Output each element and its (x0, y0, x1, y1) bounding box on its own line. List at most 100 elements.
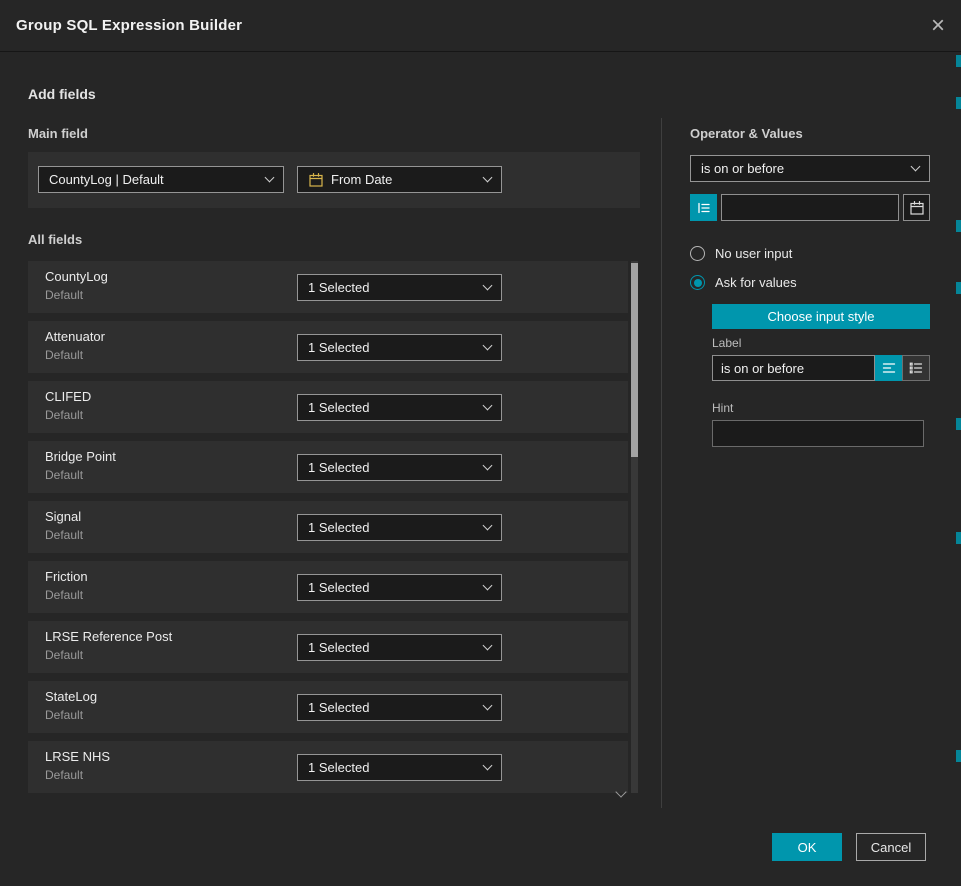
field-row: Bridge Point Default 1 Selected (28, 441, 628, 493)
field-name: Signal (45, 509, 83, 524)
field-row: StateLog Default 1 Selected (28, 681, 628, 733)
field-selection-dropdown[interactable]: 1 Selected (297, 694, 502, 721)
background-edge-mark (956, 55, 961, 67)
bulleted-list-icon (908, 360, 924, 376)
ok-button[interactable]: OK (772, 833, 842, 861)
field-row: LRSE Reference Post Default 1 Selected (28, 621, 628, 673)
list-scrollbar-thumb[interactable] (631, 263, 638, 457)
group-sql-expression-builder-dialog: { "dialog": { "title": "Group SQL Expres… (0, 0, 961, 886)
all-fields-list: CountyLog Default 1 Selected Attenuator … (28, 261, 628, 801)
field-name: LRSE NHS (45, 749, 110, 764)
chevron-down-icon (483, 173, 493, 183)
background-edge-mark (956, 97, 961, 109)
field-list-icon (696, 200, 712, 216)
field-row-text: CountyLog Default (45, 269, 108, 302)
field-selection-value: 1 Selected (308, 760, 369, 775)
field-selection-dropdown[interactable]: 1 Selected (297, 634, 502, 661)
field-subtitle: Default (45, 588, 88, 602)
field-row: LRSE NHS Default 1 Selected (28, 741, 628, 793)
field-selection-dropdown[interactable]: 1 Selected (297, 454, 502, 481)
field-selection-value: 1 Selected (308, 340, 369, 355)
field-row: Friction Default 1 Selected (28, 561, 628, 613)
main-date-field-value: From Date (331, 172, 392, 187)
field-row-text: CLIFED Default (45, 389, 91, 422)
field-row: CountyLog Default 1 Selected (28, 261, 628, 313)
date-picker-button[interactable] (903, 194, 930, 221)
calendar-icon (308, 172, 324, 188)
dialog-title: Group SQL Expression Builder (16, 17, 242, 34)
background-edge-mark (956, 418, 961, 430)
field-row: Signal Default 1 Selected (28, 501, 628, 553)
chevron-down-icon (483, 641, 493, 651)
close-icon[interactable]: × (931, 14, 945, 38)
field-selection-dropdown[interactable]: 1 Selected (297, 754, 502, 781)
radio-no-user-input[interactable]: No user input (690, 246, 792, 261)
field-selection-value: 1 Selected (308, 520, 369, 535)
value-input[interactable] (721, 194, 899, 221)
label-field-label: Label (712, 336, 741, 350)
background-edge-mark (956, 532, 961, 544)
cancel-button[interactable]: Cancel (856, 833, 926, 861)
field-name: StateLog (45, 689, 97, 704)
field-selection-dropdown[interactable]: 1 Selected (297, 394, 502, 421)
radio-no-user-input-label: No user input (715, 246, 792, 261)
title-bar: Group SQL Expression Builder × (0, 0, 961, 52)
chevron-down-icon (483, 761, 493, 771)
field-selection-dropdown[interactable]: 1 Selected (297, 274, 502, 301)
field-row-text: StateLog Default (45, 689, 97, 722)
field-row-text: LRSE NHS Default (45, 749, 110, 782)
background-edge-mark (956, 750, 961, 762)
radio-ask-for-values[interactable]: Ask for values (690, 275, 797, 290)
field-selection-value: 1 Selected (308, 580, 369, 595)
vertical-divider (661, 118, 662, 808)
field-name: Bridge Point (45, 449, 116, 464)
radio-selected-icon (690, 275, 705, 290)
field-selection-value: 1 Selected (308, 640, 369, 655)
chevron-down-icon (483, 461, 493, 471)
field-name: CountyLog (45, 269, 108, 284)
operator-dropdown[interactable]: is on or before (690, 155, 930, 182)
chevron-down-icon (483, 281, 493, 291)
field-subtitle: Default (45, 768, 110, 782)
field-selection-dropdown[interactable]: 1 Selected (297, 334, 502, 361)
chevron-down-icon (483, 521, 493, 531)
label-input[interactable] (712, 355, 875, 381)
chevron-down-icon (483, 341, 493, 351)
field-selection-value: 1 Selected (308, 400, 369, 415)
operator-value: is on or before (701, 161, 784, 176)
main-layer-dropdown[interactable]: CountyLog | Default (38, 166, 284, 193)
all-fields-label: All fields (28, 232, 82, 247)
field-row-text: Friction Default (45, 569, 88, 602)
add-fields-heading: Add fields (28, 86, 96, 102)
list-scrollbar-track[interactable] (631, 261, 638, 793)
chevron-down-icon (483, 401, 493, 411)
field-row-text: LRSE Reference Post Default (45, 629, 172, 662)
main-date-field-dropdown[interactable]: From Date (297, 166, 502, 193)
value-source-toggle-button[interactable] (690, 194, 717, 221)
field-name: Attenuator (45, 329, 105, 344)
field-subtitle: Default (45, 468, 116, 482)
input-style-text-button[interactable] (875, 355, 902, 381)
chevron-down-icon (483, 701, 493, 711)
input-style-list-button[interactable] (902, 355, 930, 381)
field-selection-dropdown[interactable]: 1 Selected (297, 574, 502, 601)
calendar-icon (909, 200, 925, 216)
field-row-text: Signal Default (45, 509, 83, 542)
field-row: CLIFED Default 1 Selected (28, 381, 628, 433)
field-selection-value: 1 Selected (308, 700, 369, 715)
field-selection-dropdown[interactable]: 1 Selected (297, 514, 502, 541)
choose-input-style-button[interactable]: Choose input style (712, 304, 930, 329)
field-name: CLIFED (45, 389, 91, 404)
field-name: LRSE Reference Post (45, 629, 172, 644)
field-name: Friction (45, 569, 88, 584)
field-subtitle: Default (45, 288, 108, 302)
field-subtitle: Default (45, 348, 105, 362)
main-field-row: CountyLog | Default From Date (28, 152, 640, 208)
chevron-down-icon (265, 173, 275, 183)
hint-input[interactable] (712, 420, 924, 447)
radio-ask-for-values-label: Ask for values (715, 275, 797, 290)
field-selection-value: 1 Selected (308, 280, 369, 295)
chevron-down-icon (911, 162, 921, 172)
field-subtitle: Default (45, 408, 91, 422)
field-selection-value: 1 Selected (308, 460, 369, 475)
